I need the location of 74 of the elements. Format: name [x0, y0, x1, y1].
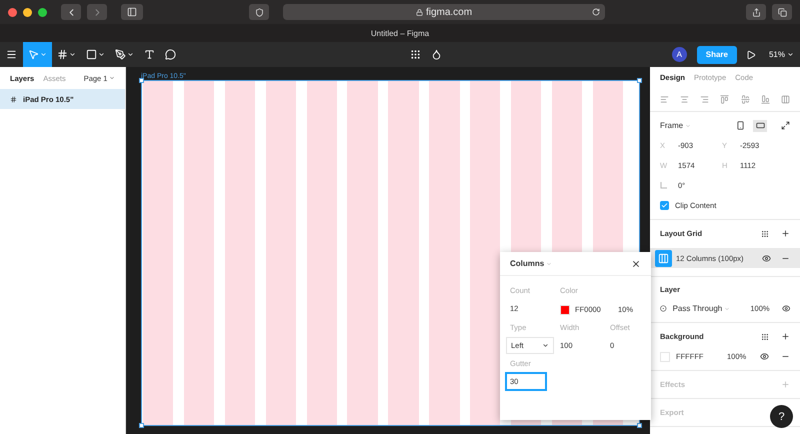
caret-icon: [109, 75, 116, 81]
shield-icon: [254, 8, 264, 16]
menu-icon: [6, 49, 17, 60]
sidebar-icon: [127, 7, 137, 17]
zoom-menu[interactable]: 51%: [768, 50, 794, 59]
add-icon[interactable]: [781, 332, 790, 341]
caret-icon: [546, 260, 552, 266]
styles-icon[interactable]: [761, 230, 769, 238]
close-icon[interactable]: [631, 258, 641, 268]
window-title: Untitled – Figma: [370, 28, 430, 38]
color-swatch[interactable]: [660, 352, 670, 362]
styles-icon[interactable]: [761, 332, 769, 340]
privacy-button[interactable]: [249, 4, 269, 20]
comment-icon: [165, 49, 176, 60]
eye-icon[interactable]: [762, 254, 771, 262]
frame-icon: [10, 96, 17, 102]
square-icon: [86, 49, 97, 60]
text-icon: [144, 49, 155, 60]
lock-icon: [416, 8, 423, 16]
caret-icon: [98, 51, 105, 58]
forward-button[interactable]: [87, 4, 107, 20]
resize-icon[interactable]: [781, 121, 790, 130]
drop-icon: [431, 49, 442, 60]
caret-icon: [127, 51, 134, 58]
resize-handle[interactable]: [637, 78, 642, 83]
align-bottom-icon[interactable]: [760, 95, 770, 104]
resize-handle[interactable]: [139, 423, 144, 428]
back-button[interactable]: [61, 4, 81, 20]
pointer-icon: [28, 49, 39, 60]
sidebar-button[interactable]: [121, 4, 143, 20]
blend-icon: [660, 305, 667, 312]
caret-icon: [542, 342, 549, 349]
caret-icon: [69, 51, 76, 58]
checkbox[interactable]: [660, 201, 669, 210]
align-right-icon[interactable]: [700, 95, 710, 104]
tabs-icon: [778, 8, 786, 16]
portrait-icon: [736, 121, 744, 130]
color-swatch[interactable]: [560, 304, 570, 314]
caret-icon: [685, 122, 692, 128]
align-center-icon[interactable]: [680, 95, 690, 104]
columns-icon[interactable]: [655, 250, 672, 266]
add-icon[interactable]: [781, 229, 790, 238]
landscape-button[interactable]: [753, 120, 767, 132]
blend-menu[interactable]: Pass Through: [672, 304, 738, 313]
caret-icon: [724, 306, 730, 312]
caret-icon: [787, 51, 794, 58]
play-icon: [746, 50, 756, 60]
align-middle-icon[interactable]: [740, 95, 750, 104]
distribute-icon[interactable]: [780, 95, 790, 104]
resize-handle[interactable]: [637, 423, 642, 428]
resize-handle[interactable]: [139, 78, 144, 83]
reload-icon[interactable]: [592, 8, 600, 16]
address-bar[interactable]: figma.com: [283, 4, 605, 20]
share-button[interactable]: [746, 4, 766, 20]
minimize-dot[interactable]: [23, 8, 32, 16]
pen-icon: [115, 49, 126, 60]
eye-icon[interactable]: [782, 304, 790, 313]
eye-icon[interactable]: [760, 352, 769, 361]
user-avatar[interactable]: A: [672, 47, 687, 62]
url-text: figma.com: [426, 6, 472, 18]
share-icon: [752, 8, 760, 16]
tabs-button[interactable]: [772, 4, 792, 20]
check-icon: [661, 202, 668, 209]
caret-icon: [40, 51, 47, 58]
frame-icon: [57, 49, 68, 60]
maximize-dot[interactable]: [38, 8, 47, 16]
grid-type-menu[interactable]: Columns: [510, 259, 552, 268]
dots-icon: [410, 49, 422, 60]
frame-menu[interactable]: Frame: [660, 121, 692, 130]
close-dot[interactable]: [8, 8, 17, 16]
angle-icon: [660, 182, 667, 189]
landscape-icon: [756, 121, 764, 130]
align-top-icon[interactable]: [720, 95, 730, 104]
align-left-icon[interactable]: [660, 95, 669, 104]
